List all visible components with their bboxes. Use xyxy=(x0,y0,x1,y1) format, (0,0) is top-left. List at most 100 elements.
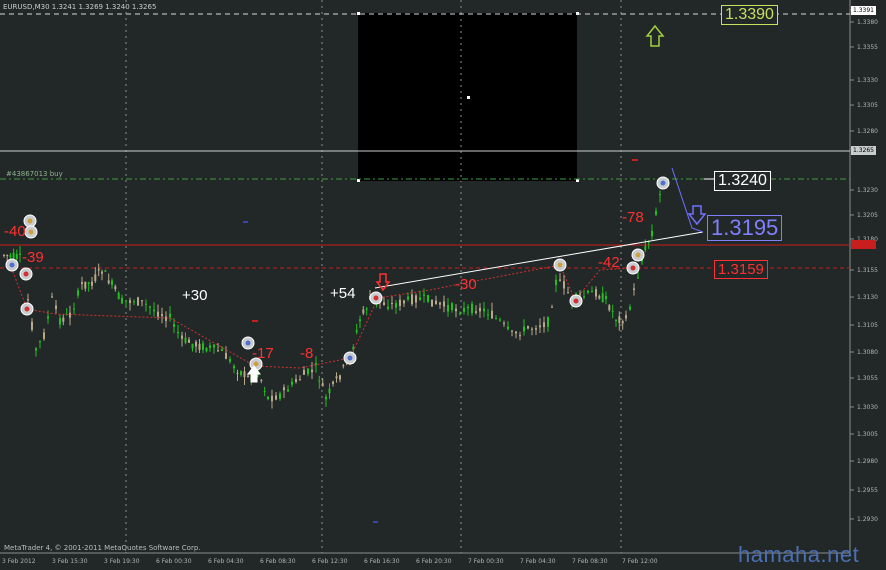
time-axis-label: 3 Feb 19:30 xyxy=(104,558,140,565)
order-label: #43867013 buy xyxy=(6,170,63,178)
candle-body xyxy=(439,302,441,305)
candle-body xyxy=(591,291,593,293)
candle-body xyxy=(47,316,49,319)
symbol-header: EURUSD,M30 1.3241 1.3269 1.3240 1.3265 xyxy=(3,3,157,11)
time-axis-label: 7 Feb 00:30 xyxy=(468,558,504,565)
chart-window[interactable]: 1.3380 1.3355 1.3330 1.3305 1.3280 1.3230 1.32… xyxy=(0,0,886,570)
order-marker-dot xyxy=(23,271,29,277)
candle-body xyxy=(31,321,33,330)
candle-body xyxy=(601,293,604,303)
level-box-1-3195[interactable]: 1.3195 xyxy=(707,215,783,241)
candle-body xyxy=(3,254,5,256)
candle-body xyxy=(355,330,358,333)
candle-body xyxy=(39,341,41,342)
order-marker-dot xyxy=(347,355,353,361)
price-axis-label: 1.2955 xyxy=(857,487,878,494)
order-marker-dot xyxy=(557,262,563,268)
candle-body xyxy=(299,379,301,381)
candle-body xyxy=(279,393,281,399)
candle-body xyxy=(51,296,53,298)
candle-body xyxy=(362,309,365,314)
level-box-1-3390[interactable]: 1.3390 xyxy=(721,5,778,25)
candle-body xyxy=(527,326,529,329)
candle-body xyxy=(459,313,461,315)
candle-body xyxy=(181,335,183,339)
candle-body xyxy=(55,305,57,310)
candle-body xyxy=(101,271,103,274)
candle-body xyxy=(240,371,242,375)
candle-body xyxy=(365,308,368,310)
candle-body xyxy=(133,301,135,303)
candle-body xyxy=(6,255,9,256)
order-marker-dot xyxy=(635,252,641,258)
order-marker-dot xyxy=(245,340,251,346)
candle-body xyxy=(559,279,561,281)
level-box-1-3159[interactable]: 1.3159 xyxy=(714,260,768,279)
candle-body xyxy=(260,379,263,381)
time-axis-label: 3 Feb 2012 xyxy=(2,558,36,565)
candle-body xyxy=(202,343,204,350)
price-axis-label: 1.3055 xyxy=(857,375,878,382)
candle-body xyxy=(395,303,397,308)
price-axis-label: 1.3205 xyxy=(857,212,878,219)
candle-body xyxy=(598,296,601,299)
candle-body xyxy=(198,343,201,350)
level-box-1-3240[interactable]: 1.3240 xyxy=(714,171,771,191)
price-axis-label: 1.3080 xyxy=(857,349,878,356)
candle-body xyxy=(467,306,469,309)
candle-body xyxy=(335,376,338,379)
candle-body xyxy=(475,311,477,313)
order-marker-dot xyxy=(9,262,15,268)
candle-body xyxy=(321,383,324,387)
candle-body xyxy=(491,310,493,319)
candle-body xyxy=(555,279,557,285)
candle-body xyxy=(283,387,285,391)
price-axis-label: 1.3005 xyxy=(857,431,878,438)
candle-body xyxy=(547,317,549,327)
pips-label: -42 xyxy=(598,254,620,271)
time-axis-label: 6 Feb 16:30 xyxy=(364,558,400,565)
candle-body xyxy=(229,359,231,362)
time-axis-label: 7 Feb 12:00 xyxy=(622,558,658,565)
candle-body xyxy=(629,306,631,310)
candle-body xyxy=(328,388,331,394)
candle-body xyxy=(107,280,110,284)
time-axis-label: 6 Feb 08:30 xyxy=(260,558,296,565)
price-axis-label: 1.3130 xyxy=(857,294,878,301)
candle-body xyxy=(173,324,175,327)
price-chart-canvas[interactable] xyxy=(0,0,886,570)
candle-body xyxy=(125,300,127,302)
candle-body xyxy=(479,307,481,312)
candle-body xyxy=(435,300,437,304)
watermark: hamaha.net xyxy=(738,542,860,567)
candle-body xyxy=(431,299,433,307)
candle-body xyxy=(81,282,83,284)
time-axis-label: 7 Feb 08:30 xyxy=(572,558,608,565)
candle-body xyxy=(213,344,215,348)
candle-body xyxy=(205,347,208,352)
candle-body xyxy=(531,328,533,330)
candle-body xyxy=(507,326,509,330)
pips-label: +54 xyxy=(330,285,356,302)
candle-body xyxy=(633,288,635,290)
top-price-tag: 1.3391 xyxy=(851,6,876,15)
candle-body xyxy=(121,297,123,304)
price-axis-label: 1.3030 xyxy=(857,404,878,411)
candle-body xyxy=(153,309,155,312)
candle-body xyxy=(383,302,385,305)
candle-body xyxy=(287,389,289,392)
candle-body xyxy=(97,269,100,271)
candle-body xyxy=(447,305,449,312)
candle-body xyxy=(625,315,627,319)
order-marker-dot xyxy=(573,298,579,304)
candle-body xyxy=(359,319,361,322)
candle-body xyxy=(515,331,517,334)
candle-body xyxy=(427,295,429,302)
candle-body xyxy=(595,289,597,297)
candle-body xyxy=(535,328,537,330)
candle-body xyxy=(209,345,211,348)
copyright-text: MetaTrader 4, © 2001-2011 MetaQuotes Sof… xyxy=(4,544,201,552)
candle-body xyxy=(399,299,401,306)
candle-body xyxy=(605,296,607,300)
candle-body xyxy=(236,372,239,374)
